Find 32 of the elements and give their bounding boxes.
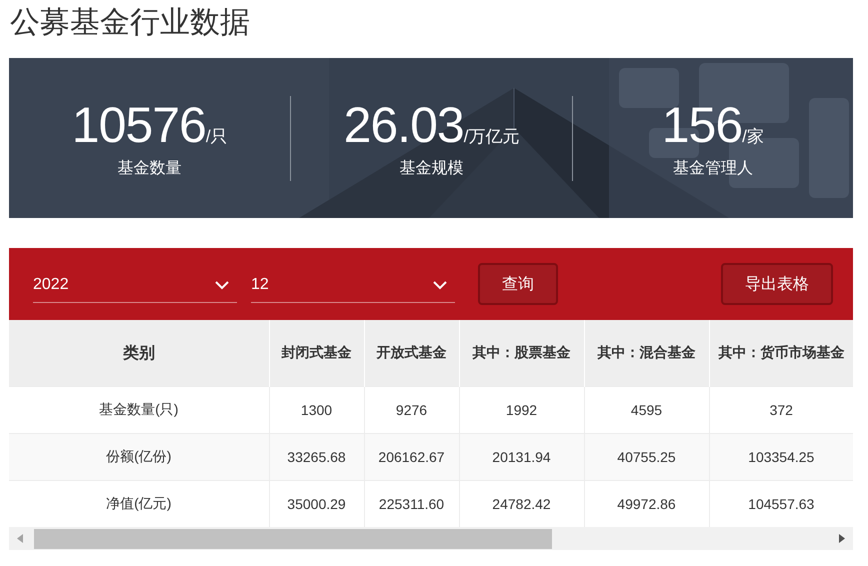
stat-value: 26.03: [344, 98, 464, 152]
scrollbar-thumb[interactable]: [34, 529, 552, 549]
column-header: 封闭式基金: [269, 320, 364, 386]
stat-unit: /万亿元: [464, 126, 520, 148]
stat-value: 156: [662, 98, 742, 152]
table-cell: 206162.67: [364, 434, 459, 480]
export-button[interactable]: 导出表格: [721, 263, 833, 305]
column-header: 其中：混合基金: [584, 320, 709, 386]
dropdown-field[interactable]: 12: [251, 265, 455, 303]
scroll-right-icon[interactable]: [839, 534, 845, 543]
table-cell: 33265.68: [269, 434, 364, 480]
table-cell: 103354.25: [709, 434, 853, 480]
stat-unit: /只: [206, 126, 228, 148]
column-header: 开放式基金: [364, 320, 459, 386]
stat-label: 基金管理人: [672, 158, 753, 178]
page-title: 公募基金行业数据: [10, 5, 250, 41]
column-header: 其中：货币市场基金: [709, 320, 853, 386]
query-button[interactable]: 查询: [478, 263, 558, 305]
stat-label: 基金规模: [399, 158, 464, 178]
column-header: 其中：股票基金: [459, 320, 584, 386]
table-cell: 40755.25: [584, 434, 709, 480]
chevron-down-icon: [215, 280, 229, 290]
stat-value: 10576: [72, 98, 206, 152]
chevron-down-icon: [433, 280, 447, 290]
column-header: 类别: [9, 320, 269, 386]
scroll-left-icon[interactable]: [17, 534, 23, 543]
stat-unit: /家: [742, 126, 764, 148]
table-cell: 20131.94: [459, 434, 584, 480]
dropdown-field[interactable]: 2022: [33, 265, 237, 303]
table-cell: 份额(亿份): [9, 434, 269, 480]
stat-label: 基金数量: [118, 158, 182, 178]
scrollbar[interactable]: [9, 527, 853, 550]
